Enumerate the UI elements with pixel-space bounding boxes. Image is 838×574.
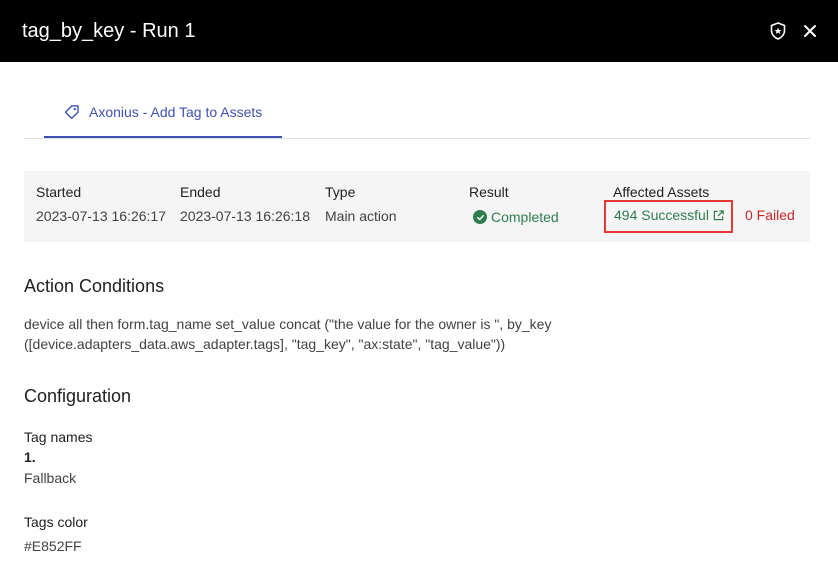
window-title: tag_by_key - Run 1: [22, 20, 196, 42]
close-icon[interactable]: [799, 20, 821, 42]
external-link-icon: [713, 209, 724, 220]
shield-icon[interactable]: [767, 20, 789, 42]
result-label: Result: [469, 184, 509, 200]
successful-assets-text: 494 Successful: [614, 207, 709, 223]
tag-icon: [64, 105, 79, 120]
type-value: Main action: [325, 208, 397, 224]
type-label: Type: [325, 184, 356, 200]
ended-value: 2023-07-13 16:26:18: [180, 208, 310, 224]
successful-assets-link[interactable]: 494 Successful: [614, 207, 724, 223]
title-bar: tag_by_key - Run 1: [0, 0, 838, 62]
run-summary: Started 2023-07-13 16:26:17 Ended 2023-0…: [24, 171, 810, 242]
started-column: Started 2023-07-13 16:26:17: [36, 184, 166, 225]
action-conditions-heading: Action Conditions: [24, 276, 165, 296]
ended-label: Ended: [180, 184, 221, 200]
tags-color-label: Tags color: [24, 514, 88, 530]
configuration-heading: Configuration: [24, 386, 132, 406]
tag-names-value: Fallback: [24, 470, 77, 486]
failed-assets-link[interactable]: 0 Failed: [745, 207, 795, 223]
tab-label: Axonius - Add Tag to Assets: [89, 104, 263, 120]
tab-bar: Axonius - Add Tag to Assets: [24, 88, 810, 139]
result-value: Completed: [491, 209, 559, 225]
check-circle-icon: [473, 210, 487, 224]
tag-names-label: Tag names: [24, 429, 93, 445]
tab-add-tag-to-assets[interactable]: Axonius - Add Tag to Assets: [44, 88, 282, 138]
result-column: Result Completed: [469, 184, 559, 225]
started-value: 2023-07-13 16:26:17: [36, 208, 166, 224]
tag-names-index: 1.: [24, 449, 36, 465]
ended-column: Ended 2023-07-13 16:26:18: [180, 184, 310, 225]
affected-assets-label: Affected Assets: [613, 184, 710, 200]
started-label: Started: [36, 184, 82, 200]
tags-color-value: #E852FF: [24, 538, 82, 554]
type-column: Type Main action: [325, 184, 397, 225]
status-badge: Completed: [469, 209, 559, 225]
action-conditions-text: device all then form.tag_name set_value …: [24, 316, 552, 352]
affected-assets-column: Affected Assets: [613, 184, 709, 201]
